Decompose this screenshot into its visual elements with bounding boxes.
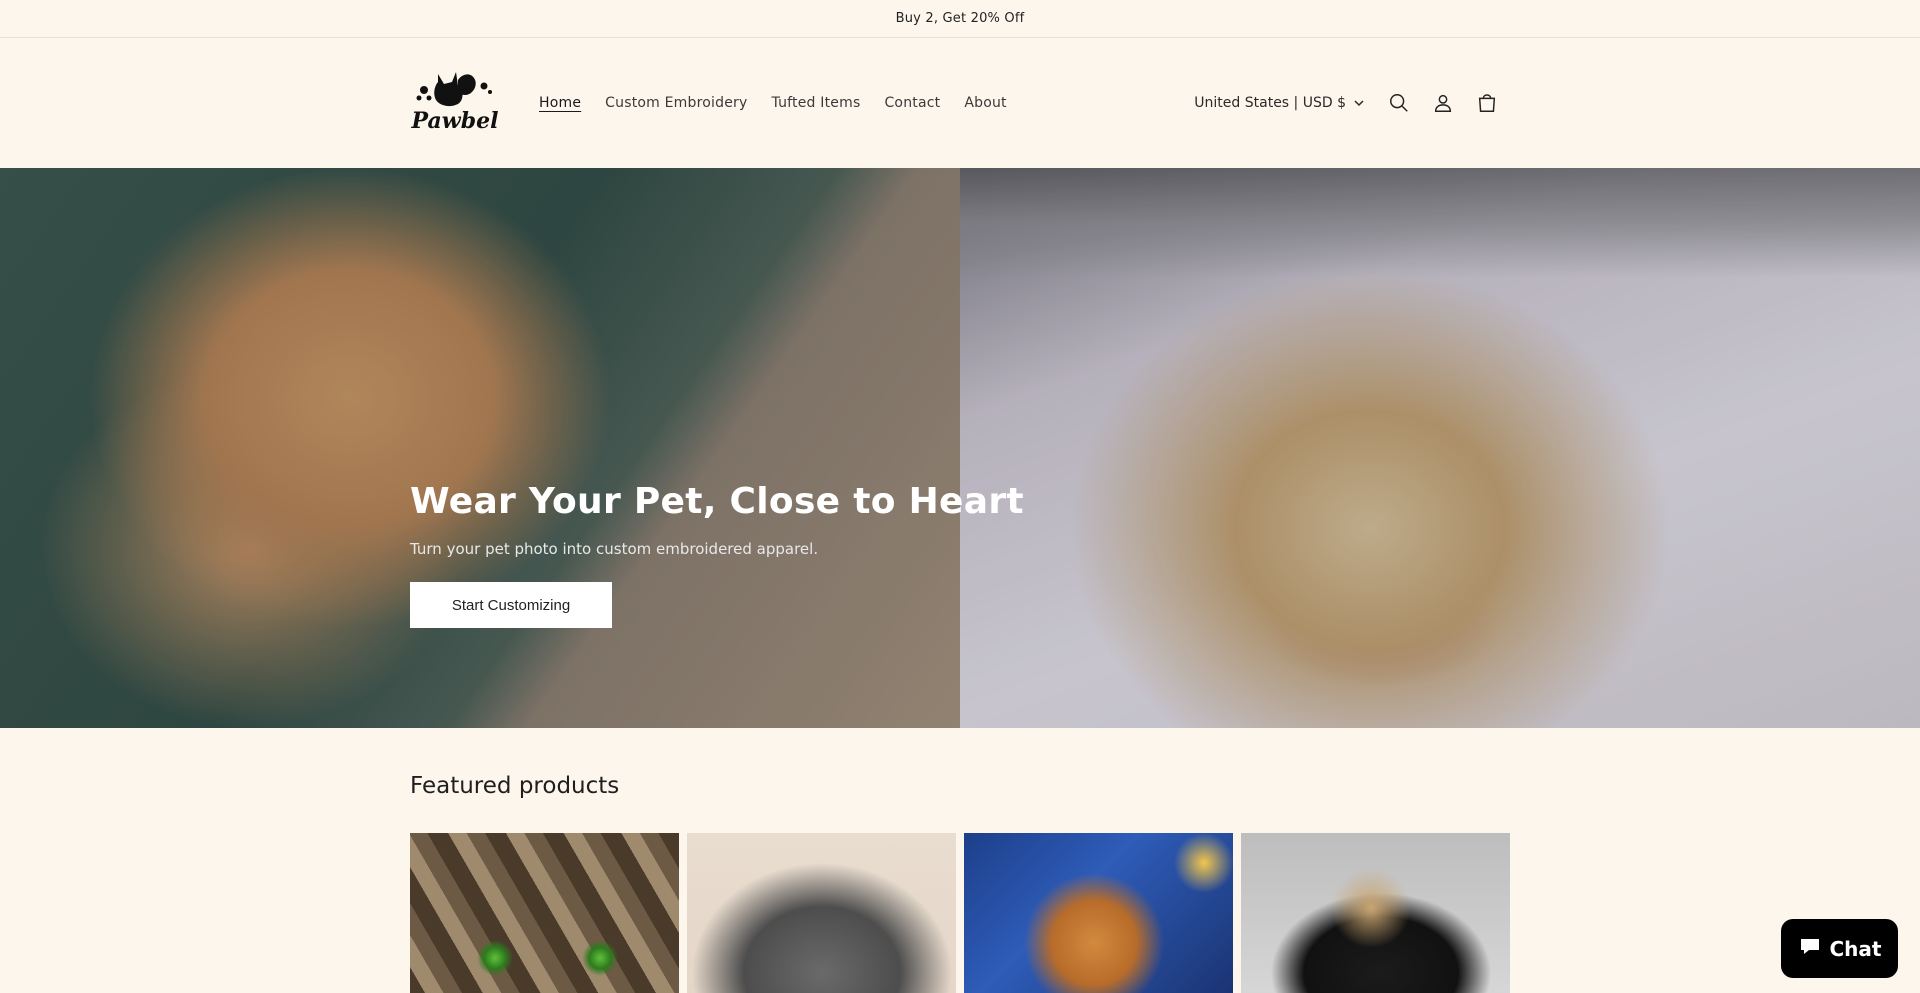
hero-title: Wear Your Pet, Close to Heart <box>410 481 1024 522</box>
nav-item-home[interactable]: Home <box>539 95 581 111</box>
cart-icon[interactable] <box>1474 90 1500 116</box>
hero-overlay <box>0 168 1920 728</box>
brand-logo[interactable]: Pawbel <box>410 66 500 141</box>
nav-item-custom-embroidery[interactable]: Custom Embroidery <box>605 95 747 111</box>
announcement-text: Buy 2, Get 20% Off <box>895 11 1025 26</box>
product-card[interactable] <box>964 833 1233 993</box>
account-icon[interactable] <box>1430 90 1456 116</box>
featured-products-grid <box>410 833 1510 993</box>
hero-content: Wear Your Pet, Close to Heart Turn your … <box>410 481 1024 628</box>
main-nav: Home Custom Embroidery Tufted Items Cont… <box>539 38 1007 168</box>
nav-item-contact[interactable]: Contact <box>884 95 940 111</box>
product-card[interactable] <box>1241 833 1510 993</box>
chat-button[interactable]: Chat <box>1781 919 1898 978</box>
chat-bubble-icon <box>1798 934 1822 963</box>
featured-products-heading: Featured products <box>410 773 620 799</box>
nav-item-tufted-items[interactable]: Tufted Items <box>771 95 860 111</box>
hero-subtitle: Turn your pet photo into custom embroide… <box>410 540 819 558</box>
announcement-bar: Buy 2, Get 20% Off <box>0 0 1920 38</box>
start-customizing-button[interactable]: Start Customizing <box>410 582 612 628</box>
nav-item-about[interactable]: About <box>964 95 1006 111</box>
search-icon[interactable] <box>1386 90 1412 116</box>
locale-label: United States | USD $ <box>1194 95 1346 111</box>
locale-selector[interactable]: United States | USD $ <box>1194 95 1364 111</box>
product-card[interactable] <box>410 833 679 993</box>
chat-label: Chat <box>1829 936 1882 961</box>
hero-banner: Wear Your Pet, Close to Heart Turn your … <box>0 168 1920 728</box>
product-card[interactable] <box>687 833 956 993</box>
logo-wordmark: Pawbel <box>411 108 499 134</box>
site-header: Pawbel Home Custom Embroidery Tufted Ite… <box>0 38 1920 168</box>
header-actions: United States | USD $ <box>1194 38 1500 168</box>
chevron-down-icon <box>1354 95 1364 111</box>
